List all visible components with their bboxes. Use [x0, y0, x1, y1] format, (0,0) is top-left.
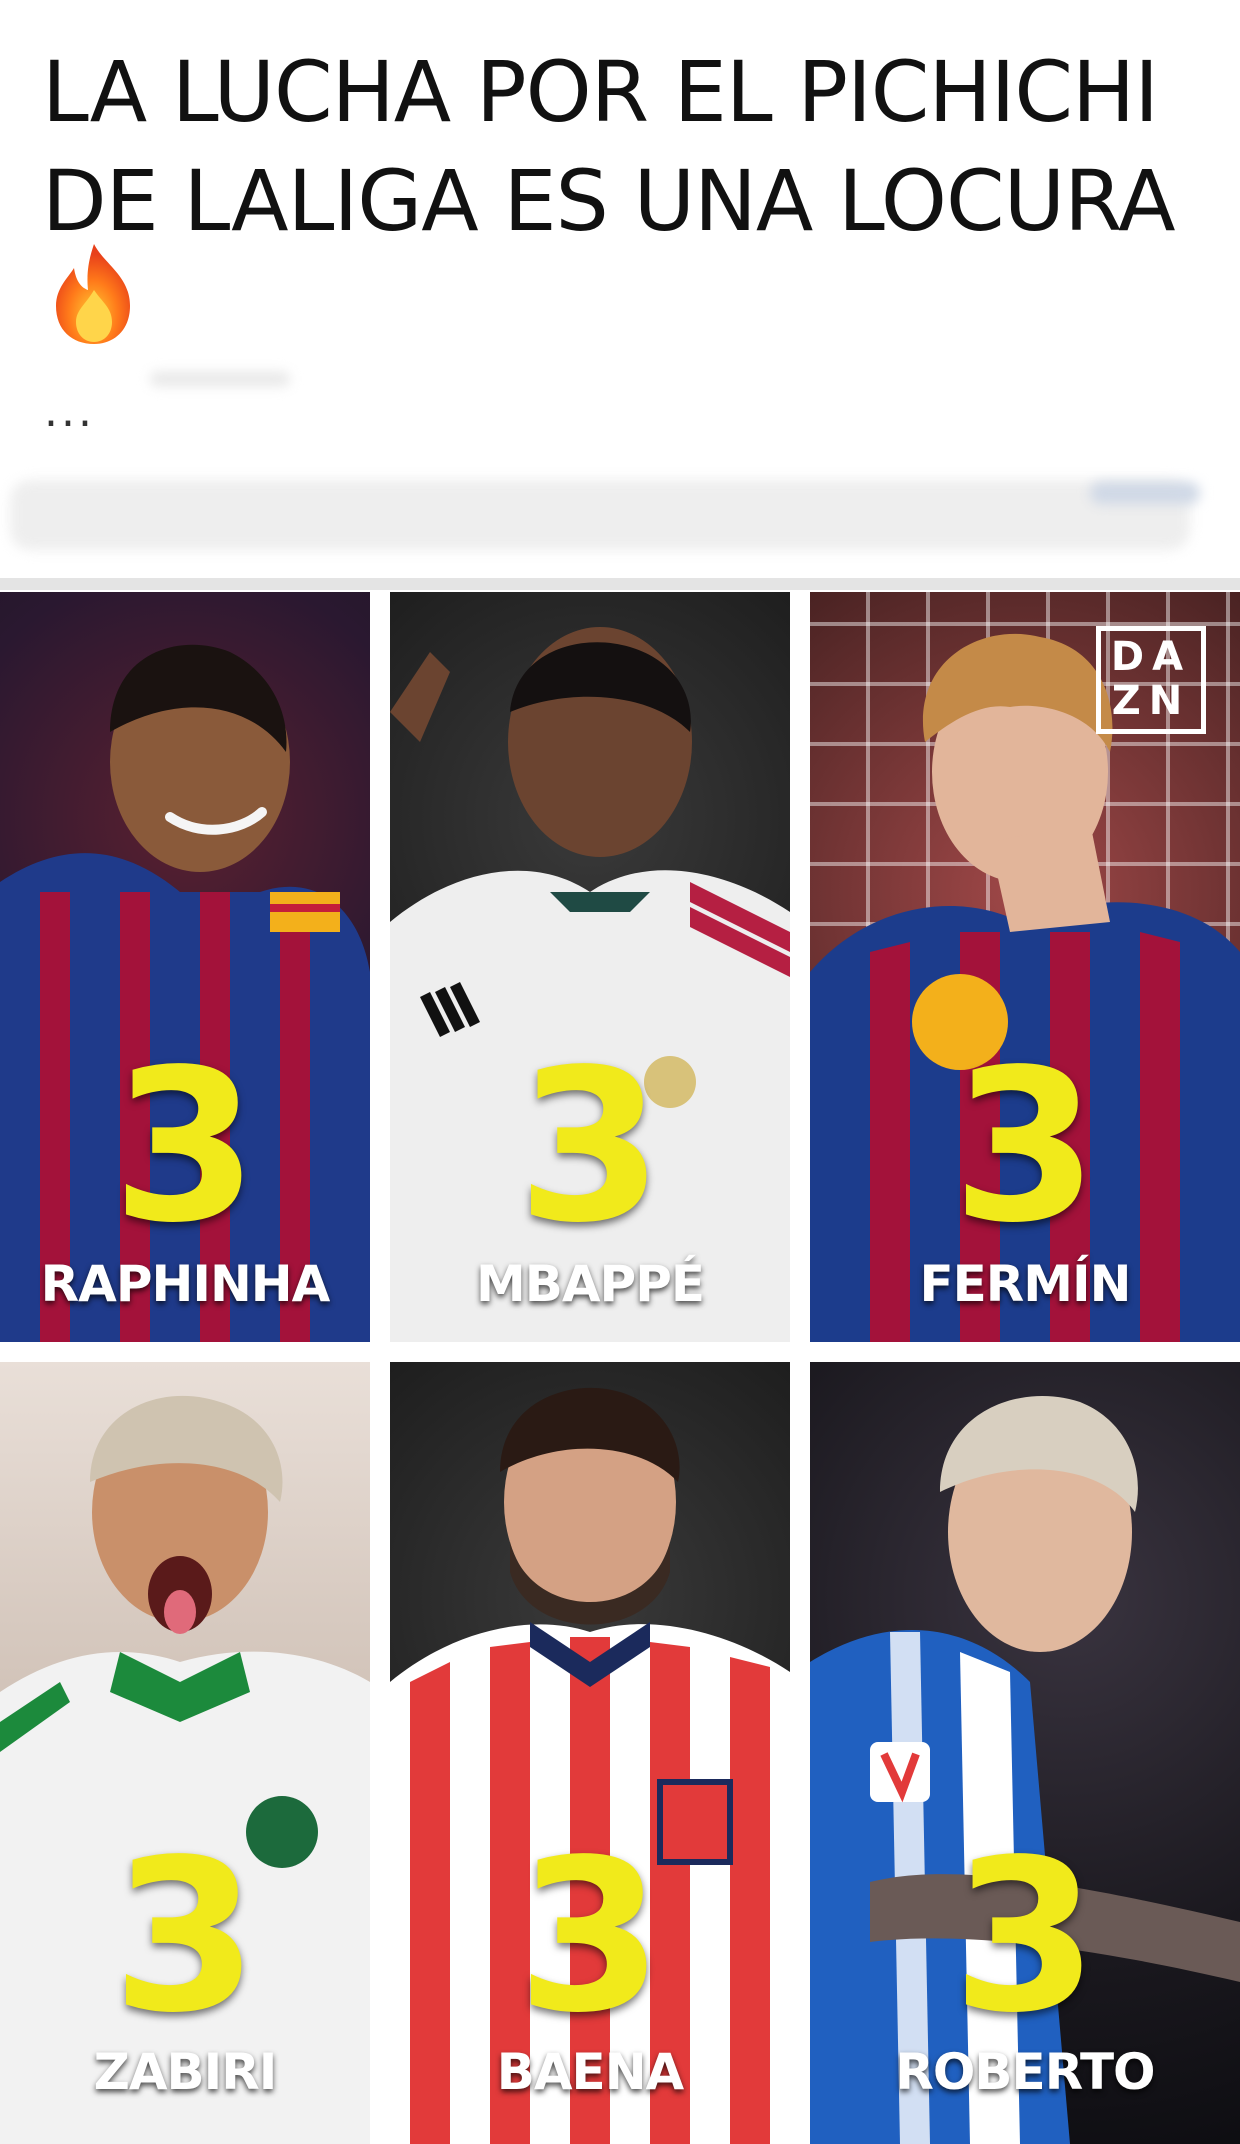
blurred-comment: [10, 480, 1190, 550]
dazn-line-1: DA: [1110, 634, 1192, 680]
goal-count: 3: [951, 1814, 1099, 2059]
player-name: ROBERTO: [895, 2043, 1155, 2101]
player-card-raphinha: 3 RAPHINHA: [0, 592, 370, 1342]
more-ellipsis[interactable]: ...: [44, 390, 95, 434]
player-card-roberto: 3 ROBERTO: [810, 1362, 1240, 2144]
player-name: FERMÍN: [919, 1255, 1131, 1313]
player-card-fermin: DA ZN 3 FERMÍN: [810, 592, 1240, 1342]
goal-count: 3: [951, 1024, 1099, 1269]
blurred-avatars: [1090, 482, 1200, 504]
dazn-line-2: ZN: [1111, 678, 1191, 724]
goal-count: 3: [111, 1024, 259, 1269]
player-name: BAENA: [496, 2043, 685, 2101]
post-title: LA LUCHA POR EL PICHICHI DE LALIGA ES UN…: [42, 43, 1176, 250]
fire-icon: [56, 244, 130, 344]
goal-count: 3: [111, 1814, 259, 2059]
goal-count: 3: [516, 1024, 664, 1269]
divider: [0, 578, 1240, 590]
player-card-baena: 3 BAENA: [390, 1362, 790, 2144]
goal-count: 3: [516, 1814, 664, 2059]
player-name: MBAPPÉ: [475, 1255, 705, 1313]
player-card-mbappe: 3 MBAPPÉ: [390, 592, 790, 1342]
player-grid: 3 RAPHINHA 3 MBAPPÉ DA ZN 3 FERMÍN 3 ZAB…: [0, 592, 1240, 2144]
post-header: LA LUCHA POR EL PICHICHI DE LALIGA ES UN…: [0, 0, 1240, 582]
player-name: RAPHINHA: [40, 1255, 331, 1313]
player-name: ZABIRI: [93, 2043, 278, 2101]
blurred-meta: [150, 372, 290, 386]
dazn-watermark: DA ZN: [1096, 626, 1206, 734]
player-card-zabiri: 3 ZABIRI: [0, 1362, 370, 2144]
